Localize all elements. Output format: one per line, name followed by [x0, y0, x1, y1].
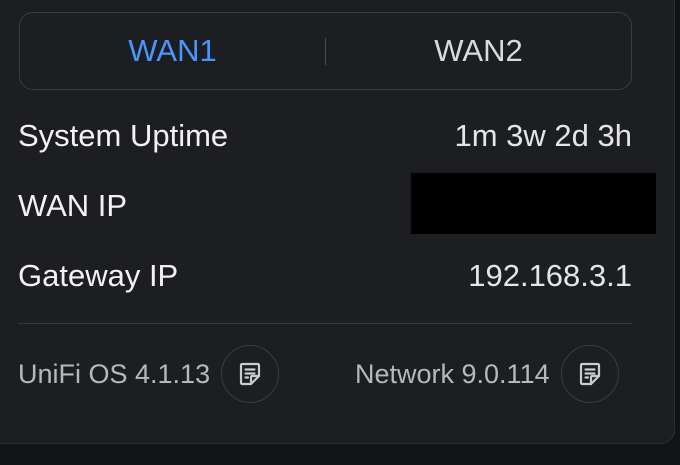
gateway-row: Gateway IP 192.168.3.1 [18, 256, 632, 296]
wan-tab-switcher: WAN1 WAN2 [19, 12, 632, 90]
os-release-notes-button[interactable] [221, 345, 280, 403]
tab-wan1[interactable]: WAN1 [20, 33, 325, 69]
network-release-notes-button[interactable] [560, 345, 619, 403]
network-version-group: Network 9.0.114 [355, 344, 619, 404]
network-version-label: Network 9.0.114 [355, 358, 550, 389]
tab-wan2[interactable]: WAN2 [326, 33, 631, 69]
gateway-label: Gateway IP [18, 258, 179, 293]
os-version-group: UniFi OS 4.1.13 [18, 344, 280, 404]
divider [18, 323, 633, 324]
notes-icon [579, 362, 600, 386]
notes-icon [239, 362, 261, 386]
uptime-label: System Uptime [18, 118, 229, 153]
uptime-value: 1m 3w 2d 3h [454, 118, 633, 153]
uptime-row: System Uptime 1m 3w 2d 3h [18, 116, 632, 156]
wan-ip-label: WAN IP [18, 188, 128, 223]
os-version-label: UniFi OS 4.1.13 [18, 358, 211, 389]
gateway-value: 192.168.3.1 [468, 258, 632, 293]
wan-ip-redacted-value [411, 173, 656, 234]
